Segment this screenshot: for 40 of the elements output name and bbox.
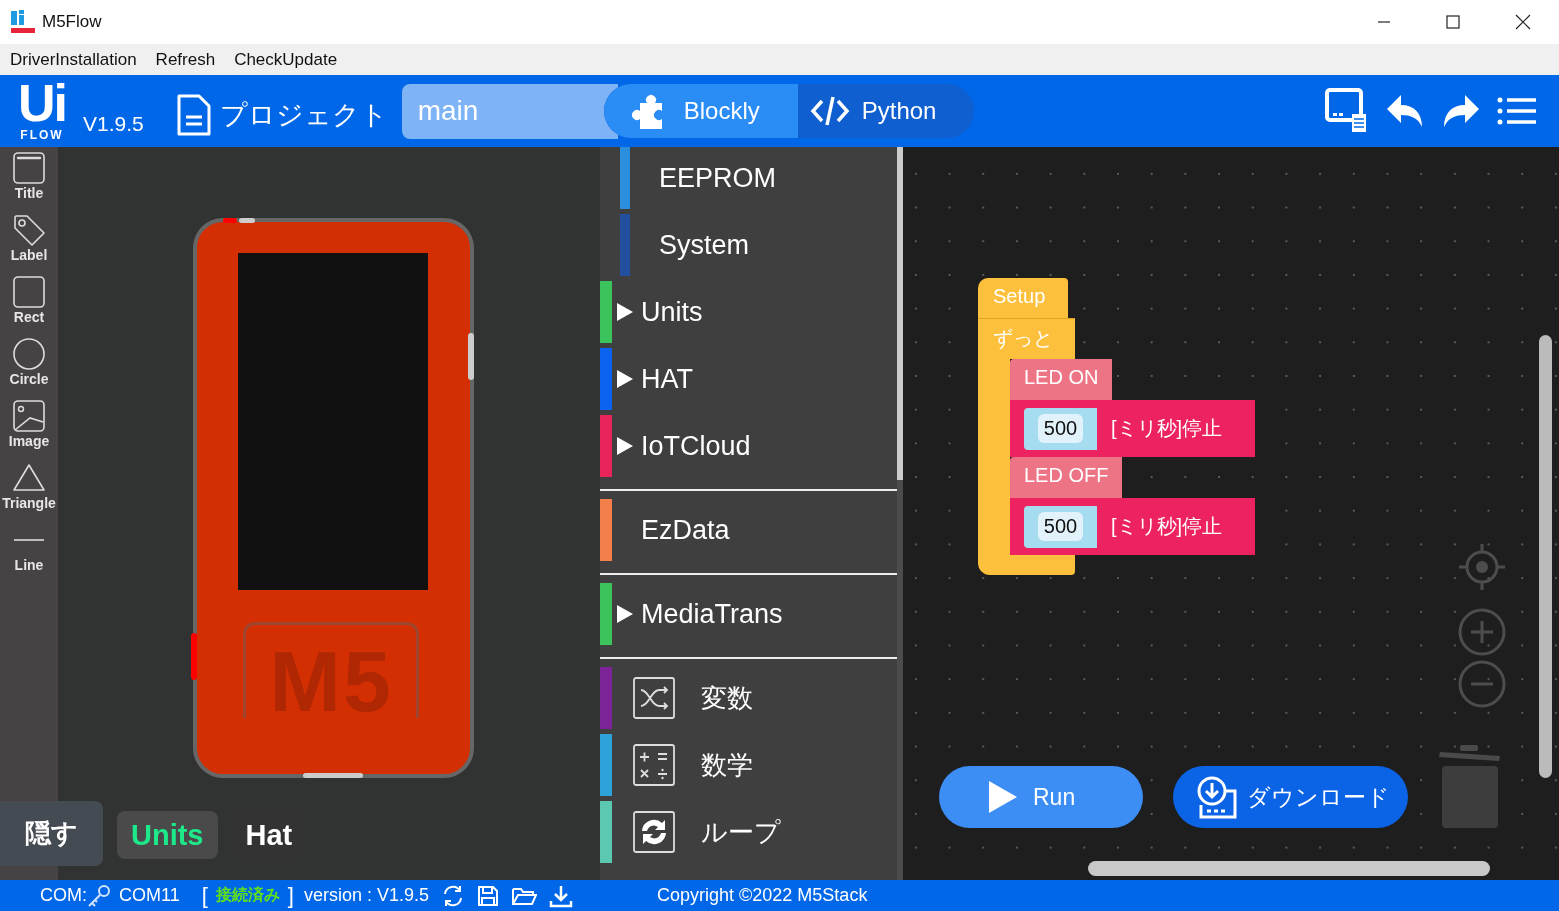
tool-label[interactable]: Title	[14, 185, 44, 201]
category-item[interactable]: HAT	[641, 363, 693, 395]
category-item[interactable]: ループ	[701, 814, 781, 850]
logo-text: Ui	[18, 77, 66, 129]
category-item[interactable]: Units	[641, 296, 703, 328]
port-label: COM11	[119, 885, 180, 906]
version-label: version : V1.9.5	[303, 885, 429, 906]
number-input[interactable]: 500	[1024, 505, 1097, 548]
hide-button[interactable]: 隠す	[0, 801, 103, 866]
com-label: COM:	[40, 885, 87, 906]
category-item[interactable]: IoTCloud	[641, 430, 751, 462]
tool-label[interactable]: Triangle	[2, 495, 56, 511]
tool-label[interactable]: Image	[8, 433, 50, 449]
project-button[interactable]: プロジェクト	[175, 93, 388, 137]
category-item[interactable]: EEPROM	[659, 162, 777, 194]
menu-item[interactable]: DriverInstallation	[10, 50, 137, 70]
tool-label[interactable]: Circle	[9, 371, 49, 387]
panel-tab[interactable]: Units	[117, 811, 218, 859]
menu-item[interactable]: CheckUpdate	[234, 50, 338, 70]
menu-item[interactable]: Refresh	[155, 50, 216, 70]
tool-label[interactable]: Label	[10, 247, 48, 263]
copyright-text: Copyright ©2022 M5Stack	[657, 885, 868, 906]
download-button[interactable]: ダウンロード	[1173, 766, 1408, 828]
block-label: [ミリ秒]停止	[1111, 514, 1223, 539]
version-label: V1.9.5	[83, 112, 144, 136]
logo-subtext: FLOW	[20, 129, 64, 141]
category-item[interactable]: EzData	[641, 514, 730, 546]
category-item[interactable]: System	[659, 229, 750, 261]
bracket: [	[201, 882, 208, 909]
number-input[interactable]: 500	[1024, 407, 1097, 450]
category-item[interactable]: MediaTrans	[641, 598, 783, 630]
connection-status: 接続済み	[215, 885, 280, 905]
bracket: ]	[287, 882, 294, 909]
block-label: [ミリ秒]停止	[1111, 416, 1223, 441]
category-item[interactable]: 数学	[701, 747, 753, 783]
editor-tab[interactable]: Python	[797, 84, 975, 138]
tool-label[interactable]: Line	[14, 557, 44, 573]
window-title: M5Flow	[42, 12, 102, 32]
tool-label[interactable]: Rect	[13, 309, 45, 325]
category-item[interactable]: 変数	[701, 680, 753, 716]
